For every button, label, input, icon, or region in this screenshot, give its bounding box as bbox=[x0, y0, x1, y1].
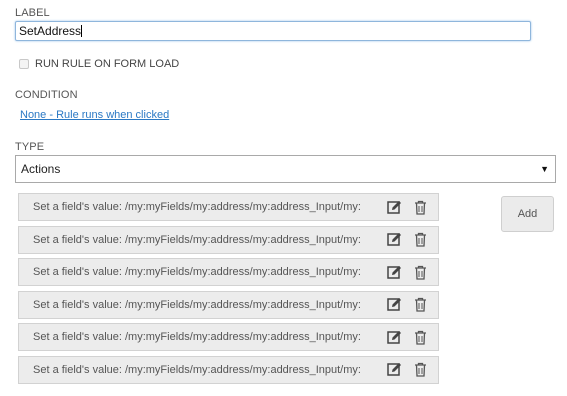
action-row[interactable]: Set a field's value: /my:myFields/my:add… bbox=[18, 355, 439, 384]
run-on-load-option[interactable]: RUN RULE ON FORM LOAD bbox=[19, 58, 179, 70]
trash-icon[interactable] bbox=[412, 362, 428, 378]
run-on-load-label: RUN RULE ON FORM LOAD bbox=[35, 58, 180, 70]
type-select[interactable]: Actions ▼ bbox=[15, 155, 556, 183]
trash-icon[interactable] bbox=[412, 329, 428, 345]
type-select-value: Actions bbox=[21, 162, 61, 176]
action-text: Set a field's value: /my:myFields/my:add… bbox=[33, 201, 361, 213]
action-row[interactable]: Set a field's value: /my:myFields/my:add… bbox=[18, 323, 439, 351]
action-text: Set a field's value: /my:myFields/my:add… bbox=[33, 266, 361, 278]
type-heading: TYPE bbox=[15, 141, 45, 153]
action-text: Set a field's value: /my:myFields/my:add… bbox=[33, 233, 361, 246]
trash-icon[interactable] bbox=[412, 199, 428, 215]
trash-icon[interactable] bbox=[412, 297, 428, 313]
action-text: Set a field's value: /my:myFields/my:add… bbox=[33, 298, 361, 311]
edit-icon[interactable] bbox=[386, 232, 402, 248]
add-action-button[interactable]: Add bbox=[501, 196, 554, 232]
trash-icon[interactable] bbox=[412, 264, 428, 280]
action-text: Set a field's value: /my:myFields/my:add… bbox=[33, 331, 361, 343]
trash-icon[interactable] bbox=[412, 232, 428, 248]
action-row[interactable]: Set a field's value: /my:myFields/my:add… bbox=[18, 193, 439, 221]
label-heading: LABEL bbox=[15, 7, 50, 19]
action-row[interactable]: Set a field's value: /my:myFields/my:add… bbox=[18, 225, 439, 254]
condition-heading: CONDITION bbox=[15, 89, 78, 101]
action-text: Set a field's value: /my:myFields/my:add… bbox=[33, 363, 361, 376]
action-row[interactable]: Set a field's value: /my:myFields/my:add… bbox=[18, 290, 439, 319]
edit-icon[interactable] bbox=[386, 199, 402, 215]
edit-icon[interactable] bbox=[386, 329, 402, 345]
edit-icon[interactable] bbox=[386, 297, 402, 313]
text-caret bbox=[81, 25, 83, 37]
edit-icon[interactable] bbox=[386, 264, 402, 280]
chevron-down-icon: ▼ bbox=[540, 164, 549, 174]
condition-link[interactable]: None - Rule runs when clicked bbox=[20, 109, 169, 121]
actions-list: Set a field's value: /my:myFields/my:add… bbox=[18, 193, 439, 388]
label-input[interactable]: SetAddress bbox=[15, 21, 531, 41]
edit-icon[interactable] bbox=[386, 362, 402, 378]
action-row[interactable]: Set a field's value: /my:myFields/my:add… bbox=[18, 258, 439, 286]
label-input-value: SetAddress bbox=[19, 24, 82, 38]
run-on-load-checkbox[interactable] bbox=[19, 59, 29, 69]
